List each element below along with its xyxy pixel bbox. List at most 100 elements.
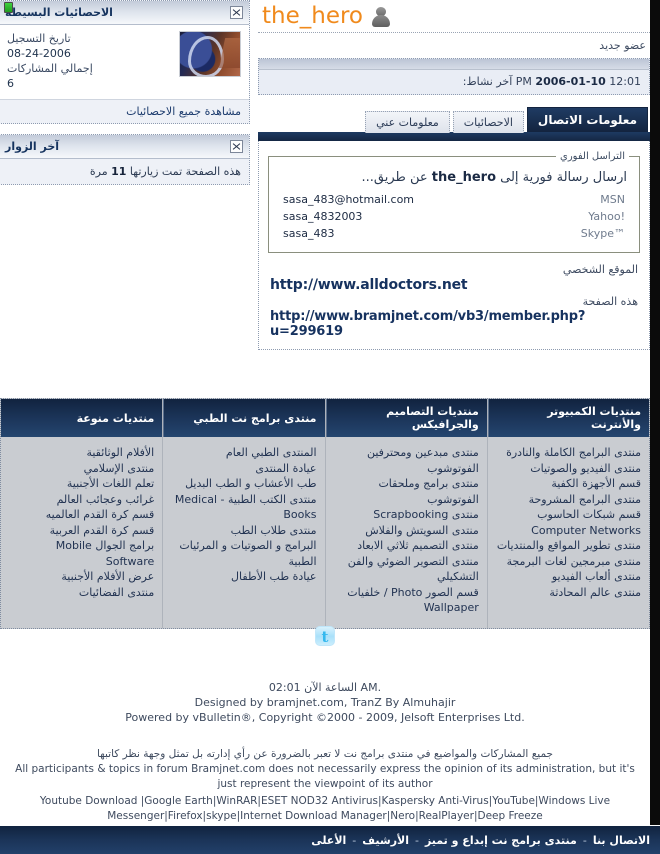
list-item[interactable]: غرائب وعجائب العالم <box>9 492 155 508</box>
list-item[interactable]: قسم الأجهزة الكفية <box>496 476 641 492</box>
separator: - <box>414 833 419 847</box>
im-service-skype: Skype™ <box>580 227 625 240</box>
list-item[interactable]: منتدى Scrapbooking <box>334 507 479 523</box>
list-item[interactable]: منتدى مبدعين ومحترفين الفوتوشوب <box>334 445 479 476</box>
simple-stats-panel-body: تاريخ التسجيل 08-24-2006 إجمالي المشاركا… <box>0 25 249 99</box>
tab-contact-info[interactable]: معلومات الاتصال <box>526 107 648 132</box>
page-root: الاحصائيات البسيطة تاريخ التسجيل 08-24-2… <box>0 0 660 854</box>
footer-link-contact[interactable]: الاتصال بنا <box>593 834 650 847</box>
im-handle-yahoo[interactable]: sasa_4832003 <box>279 208 551 225</box>
total-posts-label: إجمالي المشاركات <box>7 62 93 75</box>
footer-link-archive[interactable]: الأرشيف <box>362 834 409 847</box>
list-item[interactable]: منتدى التصوير الضوئي والفن التشكيلي <box>334 554 479 585</box>
divider <box>258 32 650 33</box>
homepage-label: الموقع الشخصي <box>562 263 638 276</box>
disclaimer-arabic: جميع المشاركات والمواضيع في منتدى برامج … <box>96 748 554 760</box>
list-item[interactable]: منتدى مبرمجين لغات البرمجة <box>496 554 641 570</box>
collapse-icon[interactable] <box>230 140 243 153</box>
instant-messaging-table: MSN sasa_483@hotmail.com Yahoo! sasa_483… <box>279 191 629 242</box>
forum-link-list: منتدى البرامج الكاملة والنادرة منتدى الف… <box>488 437 649 612</box>
visits-prefix: هذه الصفحة تمت زيارتها <box>129 165 241 178</box>
list-item[interactable]: عرض الأفلام الأجنبية <box>9 569 154 585</box>
total-posts-value: 6 <box>7 77 14 90</box>
forum-column-title: منتدى برامج نت الطبي <box>163 399 325 437</box>
homepage-field: الموقع الشخصي http://www.alldoctors.net <box>268 261 640 293</box>
footer-credits: الساعة الآن 02:01 AM. Designed by bramjn… <box>0 650 650 725</box>
simple-stats-panel: الاحصائيات البسيطة تاريخ التسجيل 08-24-2… <box>0 0 250 124</box>
collapse-icon[interactable] <box>230 6 243 19</box>
tab-about-me[interactable]: معلومات عني <box>365 111 450 133</box>
list-item[interactable]: قسم كرة القدم العربية <box>9 523 155 539</box>
separator: - <box>352 833 357 847</box>
forum-column-design: منتديات التصاميم والجرافيكس منتدى مبدعين… <box>324 399 487 628</box>
list-item[interactable]: منتدى الفضائيات <box>9 585 154 601</box>
last-activity-strip <box>259 59 649 70</box>
simple-stats-panel-footer: مشاهدة جميع الاحصائيات <box>0 99 249 123</box>
list-item[interactable]: الأفلام الوثائقية <box>9 445 154 461</box>
last-activity-box: 12:01 PM 2006-01-10 آخر نشاط: <box>258 58 650 95</box>
forum-column-computer: منتديات الكمبيوتر والأنترنت منتدى البرام… <box>486 399 649 628</box>
list-item[interactable]: منتدى البرامج الكاملة والنادرة <box>496 445 641 461</box>
list-item[interactable]: منتدى البرامج المشروحة <box>496 492 641 508</box>
list-item[interactable]: منتدى التصميم ثلاثي الابعاد <box>334 538 478 554</box>
list-item[interactable]: طب الأعشاب و الطب البديل <box>171 476 316 492</box>
list-item[interactable]: البرامج و الصوتيات و المرئيات الطبية <box>171 538 316 569</box>
tab-statistics[interactable]: الاحصائيات <box>452 111 524 133</box>
list-item[interactable]: عيادة المنتدى <box>171 461 316 477</box>
forum-link-list: المنتدى الطبي العام عيادة المنتدى طب الأ… <box>163 437 324 597</box>
contact-info-pane: التراسل الفوري ارسال رسالة فورية إلى the… <box>258 141 650 350</box>
profile-tabs: معلومات الاتصال الاحصائيات معلومات عني <box>258 107 650 133</box>
forum-column-title: منتديات منوعة <box>1 399 163 437</box>
view-all-stats-link[interactable]: مشاهدة جميع الاحصائيات <box>126 105 241 118</box>
list-item[interactable]: منتدى الفيديو والصوتيات <box>496 461 641 477</box>
list-item[interactable]: قسم شبكات الحاسوب Computer Networks <box>496 507 641 538</box>
twitter-icon[interactable]: t <box>315 626 335 646</box>
list-item[interactable]: منتدى تطوير المواقع والمنتديات <box>496 538 641 554</box>
im-service-yahoo: Yahoo! <box>588 210 625 223</box>
avatar <box>179 31 241 77</box>
table-row: Skype™ sasa_483 <box>279 225 629 242</box>
footer-link-home[interactable]: منتدى برامج نت إبداع و تميز <box>425 834 577 847</box>
list-item[interactable]: المنتدى الطبي العام <box>171 445 317 461</box>
list-item[interactable]: منتدى عالم المحادثة <box>496 585 641 601</box>
instant-messaging-lead: ارسال رسالة فورية إلى the_hero عن طريق..… <box>279 166 629 191</box>
last-activity-text: 12:01 PM 2006-01-10 آخر نشاط: <box>259 70 649 94</box>
this-page-field: هذه الصفحة http://www.bramjnet.com/vb3/m… <box>268 293 640 339</box>
list-item[interactable]: تعلم اللغات الأجنبية <box>9 476 154 492</box>
im-handle-skype[interactable]: sasa_483 <box>279 225 551 242</box>
im-lead-user: the_hero <box>431 170 496 185</box>
recent-visitors-panel: آخر الزوار هذه الصفحة تمت زيارتها 11 مرة <box>0 134 250 185</box>
visits-count: 11 <box>111 165 127 178</box>
im-lead-suffix: عن طريق... <box>361 170 428 185</box>
homepage-url[interactable]: http://www.alldoctors.net <box>270 277 638 293</box>
tab-underline <box>258 132 650 141</box>
recent-visitors-panel-title: آخر الزوار <box>5 140 60 153</box>
simple-stats-panel-title: الاحصائيات البسيطة <box>5 6 113 19</box>
recent-visitors-panel-header: آخر الزوار <box>0 135 249 159</box>
list-item[interactable]: منتدى الكتب الطبية - Medical Books <box>171 492 317 523</box>
member-title: عضو جديد <box>599 39 646 52</box>
this-page-url[interactable]: http://www.bramjnet.com/vb3/member.php?u… <box>270 309 638 339</box>
forum-column-title: منتديات الكمبيوتر والأنترنت <box>487 399 649 437</box>
list-item[interactable]: قسم كرة القدم العالميه <box>9 507 155 523</box>
list-item[interactable]: منتدى ألعاب الفيديو <box>496 569 641 585</box>
list-item[interactable]: منتدى الإسلامي <box>9 461 155 477</box>
forum-column-misc: منتديات منوعة الأفلام الوثائقية منتدى ال… <box>1 399 163 628</box>
footer-keyword-links[interactable]: Youtube Download |Google Earth|WinRAR|ES… <box>14 792 636 824</box>
list-item[interactable]: منتدى برامج وملحقات الفوتوشوب <box>334 476 478 507</box>
footer-link-top[interactable]: الأعلى <box>311 834 346 847</box>
separator: - <box>582 833 587 847</box>
forum-link-list: منتدى مبدعين ومحترفين الفوتوشوب منتدى بر… <box>326 437 487 628</box>
im-service-msn: MSN <box>600 193 625 206</box>
list-item[interactable]: عيادة طب الأطفال <box>171 569 316 585</box>
disclaimer-english: All participants & topics in forum Bramj… <box>15 763 635 790</box>
list-item[interactable]: منتدى السويتش والفلاش <box>334 523 479 539</box>
list-item[interactable]: منتدى طلاب الطب <box>171 523 317 539</box>
online-status-icon <box>4 2 13 13</box>
join-date-value: 08-24-2006 <box>7 47 71 60</box>
profile-main-column: the_hero عضو جديد 12:01 PM 2006-01-10 آخ… <box>258 0 650 350</box>
instant-messaging-legend: التراسل الفوري <box>560 151 625 162</box>
last-activity-label: آخر نشاط: <box>462 75 513 88</box>
im-handle-msn[interactable]: sasa_483@hotmail.com <box>279 191 551 208</box>
list-item[interactable]: برامج الجوال Mobile Software <box>9 538 155 569</box>
